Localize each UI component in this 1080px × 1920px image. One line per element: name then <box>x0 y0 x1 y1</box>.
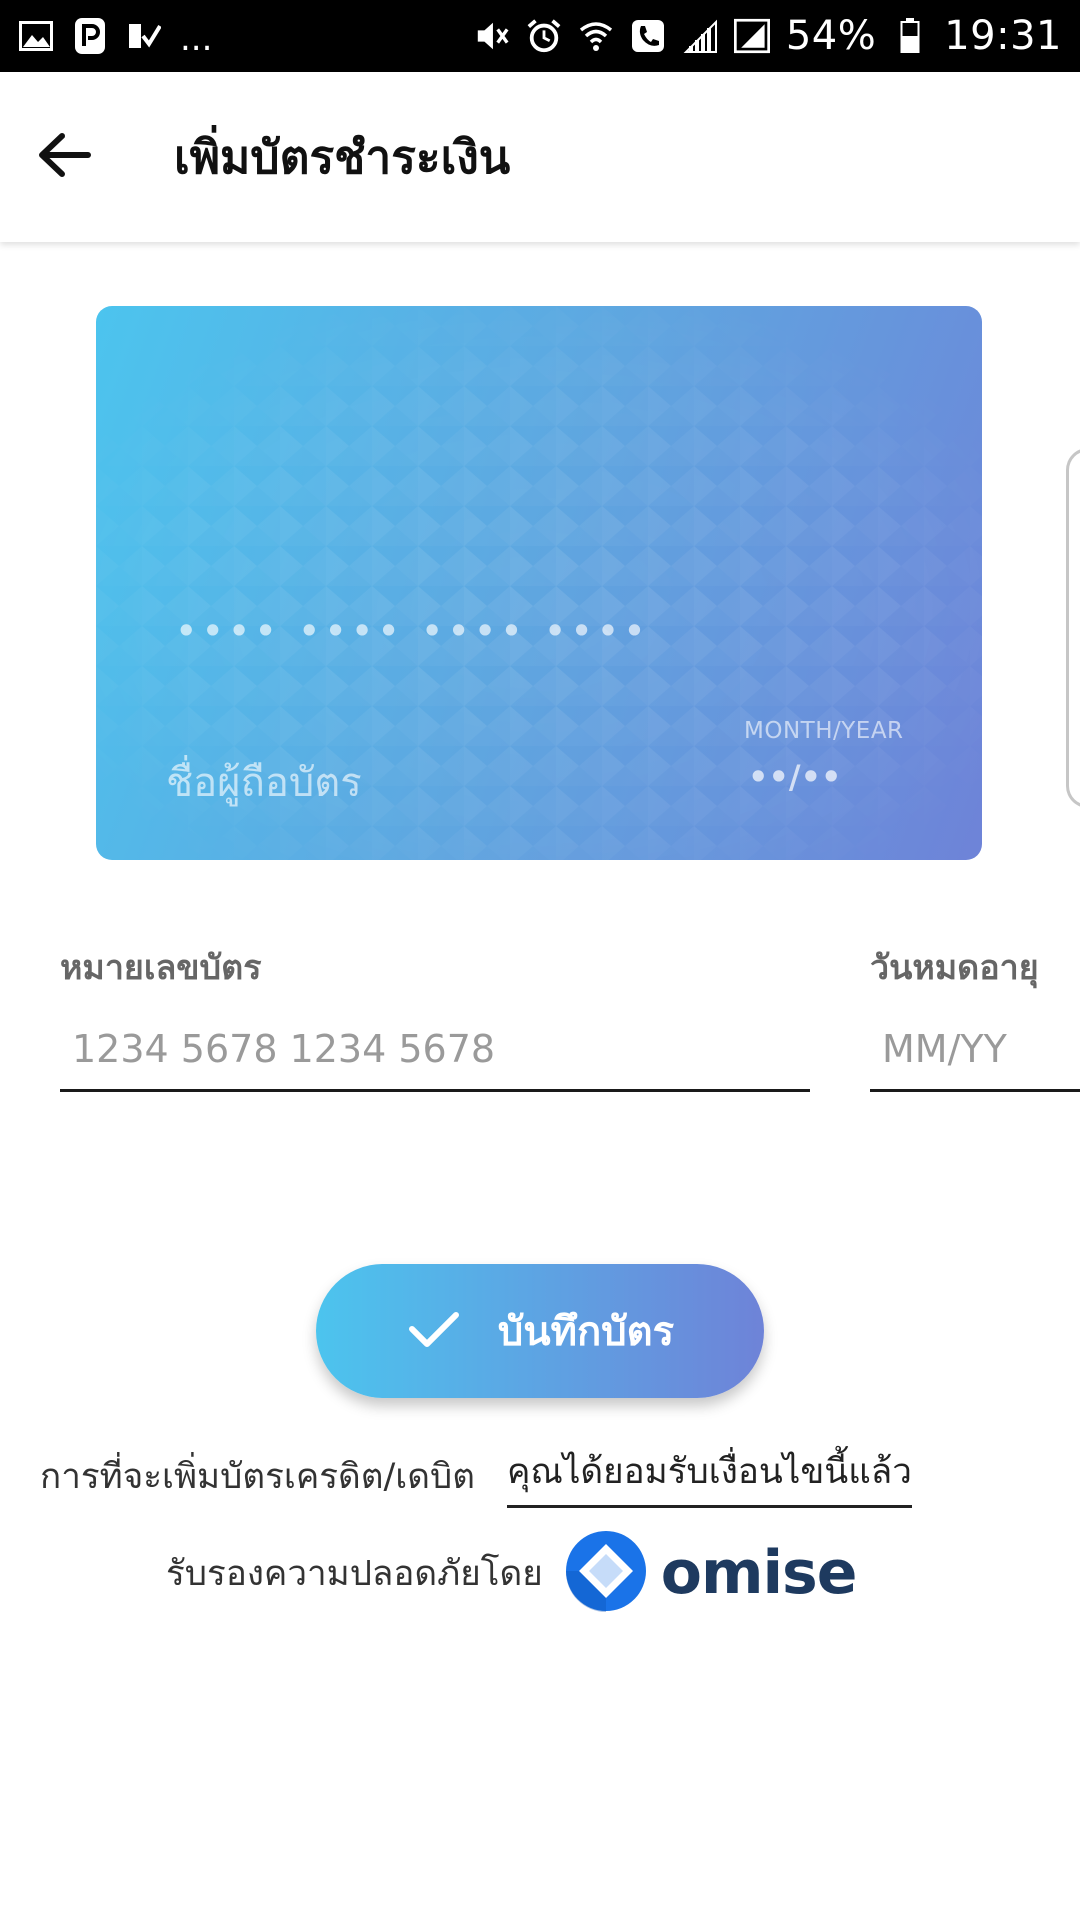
app-bar: เพิ่มบัตรชำระเงิน <box>0 72 1080 242</box>
terms-link[interactable]: คุณได้ยอมรับเงื่อนไขนี้แล้ว <box>506 1444 912 1508</box>
arrow-left-icon <box>36 131 92 183</box>
expiry-label: วันหมดอายุ <box>870 948 1039 988</box>
status-bar-right: 54% 19:31 <box>474 13 1062 59</box>
card-number-input[interactable] <box>60 1008 810 1092</box>
status-bar-left: ... <box>18 16 212 56</box>
card-number-label: หมายเลขบัตร <box>60 948 262 988</box>
task-check-icon <box>126 18 162 54</box>
mute-icon <box>474 18 510 54</box>
card-number-mask: •••• •••• •••• •••• <box>176 612 651 650</box>
page-title: เพิ่มบัตรชำระเงิน <box>174 129 511 184</box>
omise-logo-mark <box>565 1530 647 1616</box>
battery-icon <box>892 18 928 54</box>
card-expiry-mask: ••/•• <box>748 758 842 796</box>
wifi-call-icon <box>578 18 614 54</box>
parking-app-icon <box>72 18 108 54</box>
clock: 19:31 <box>944 13 1062 59</box>
alarm-icon <box>526 18 562 54</box>
secured-by-text: รับรองความปลอดภัยโดย <box>166 1553 543 1594</box>
terms-prefix: การที่จะเพิ่มบัตรเครดิต/เดบิต <box>40 1456 475 1497</box>
card-expiry-label: MONTH/YEAR <box>744 718 904 744</box>
check-icon <box>406 1307 462 1355</box>
gallery-icon <box>18 18 54 54</box>
more-notifications-indicator: ... <box>180 19 213 59</box>
expiry-input[interactable] <box>870 1008 1080 1092</box>
terms-notice: การที่จะเพิ่มบัตรเครดิต/เดบิต คุณได้ยอมร… <box>40 1444 1040 1508</box>
card-holder-placeholder: ชื่อผู้ถือบัตร <box>166 760 362 806</box>
omise-wordmark: omise <box>660 1538 858 1608</box>
next-card-peek[interactable] <box>1066 448 1080 808</box>
phone-call-icon <box>630 18 666 54</box>
back-button[interactable] <box>0 93 128 221</box>
signal-icon <box>682 18 718 54</box>
card-preview: •••• •••• •••• •••• ชื่อผู้ถือบัตร MONTH… <box>96 306 982 860</box>
secured-by: รับรองความปลอดภัยโดย omise <box>166 1530 857 1616</box>
status-bar: ... 54% 19:31 <box>0 0 1080 72</box>
save-card-button[interactable]: บันทึกบัตร <box>316 1264 764 1398</box>
battery-percent: 54% <box>785 13 877 59</box>
omise-logo: omise <box>565 1530 857 1616</box>
save-card-label: บันทึกบัตร <box>497 1309 675 1355</box>
signal-sim2-icon <box>733 18 770 54</box>
